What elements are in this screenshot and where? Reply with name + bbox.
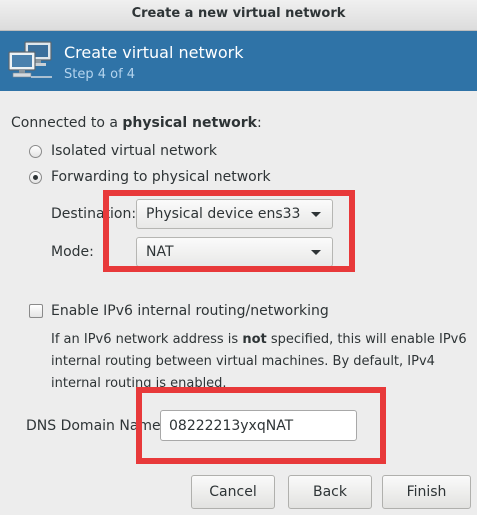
back-button[interactable]: Back xyxy=(288,475,372,509)
network-computers-icon xyxy=(8,41,52,78)
chevron-down-icon xyxy=(311,250,321,255)
cancel-button[interactable]: Cancel xyxy=(191,475,275,509)
mode-label: Mode: xyxy=(51,244,94,260)
wizard-title: Create virtual network xyxy=(64,43,244,62)
isolated-network-label[interactable]: Isolated virtual network xyxy=(51,143,217,159)
wizard-step: Step 4 of 4 xyxy=(64,67,136,82)
forwarding-network-label[interactable]: Forwarding to physical network xyxy=(51,169,271,185)
dns-domain-label: DNS Domain Name: xyxy=(26,418,166,434)
ipv6-checkbox[interactable] xyxy=(29,304,43,318)
destination-dropdown[interactable]: Physical device ens33 xyxy=(136,199,333,229)
wizard-banner: Create virtual network Step 4 of 4 xyxy=(0,31,477,91)
connection-label: Connected to a physical network: xyxy=(11,115,262,131)
destination-value: Physical device ens33 xyxy=(146,206,301,222)
window-title-bar: Create a new virtual network xyxy=(0,0,477,31)
chevron-down-icon xyxy=(311,212,321,217)
window-title: Create a new virtual network xyxy=(131,6,346,21)
finish-button[interactable]: Finish xyxy=(382,475,471,509)
destination-label: Destination: xyxy=(51,206,137,222)
forwarding-network-radio[interactable] xyxy=(29,171,42,184)
ipv6-label[interactable]: Enable IPv6 internal routing/networking xyxy=(51,303,329,319)
mode-dropdown[interactable]: NAT xyxy=(136,237,333,267)
ipv6-description: If an IPv6 network address is not specif… xyxy=(51,332,467,391)
dns-domain-input[interactable] xyxy=(160,410,357,441)
isolated-network-radio[interactable] xyxy=(29,145,42,158)
mode-value: NAT xyxy=(146,244,174,260)
